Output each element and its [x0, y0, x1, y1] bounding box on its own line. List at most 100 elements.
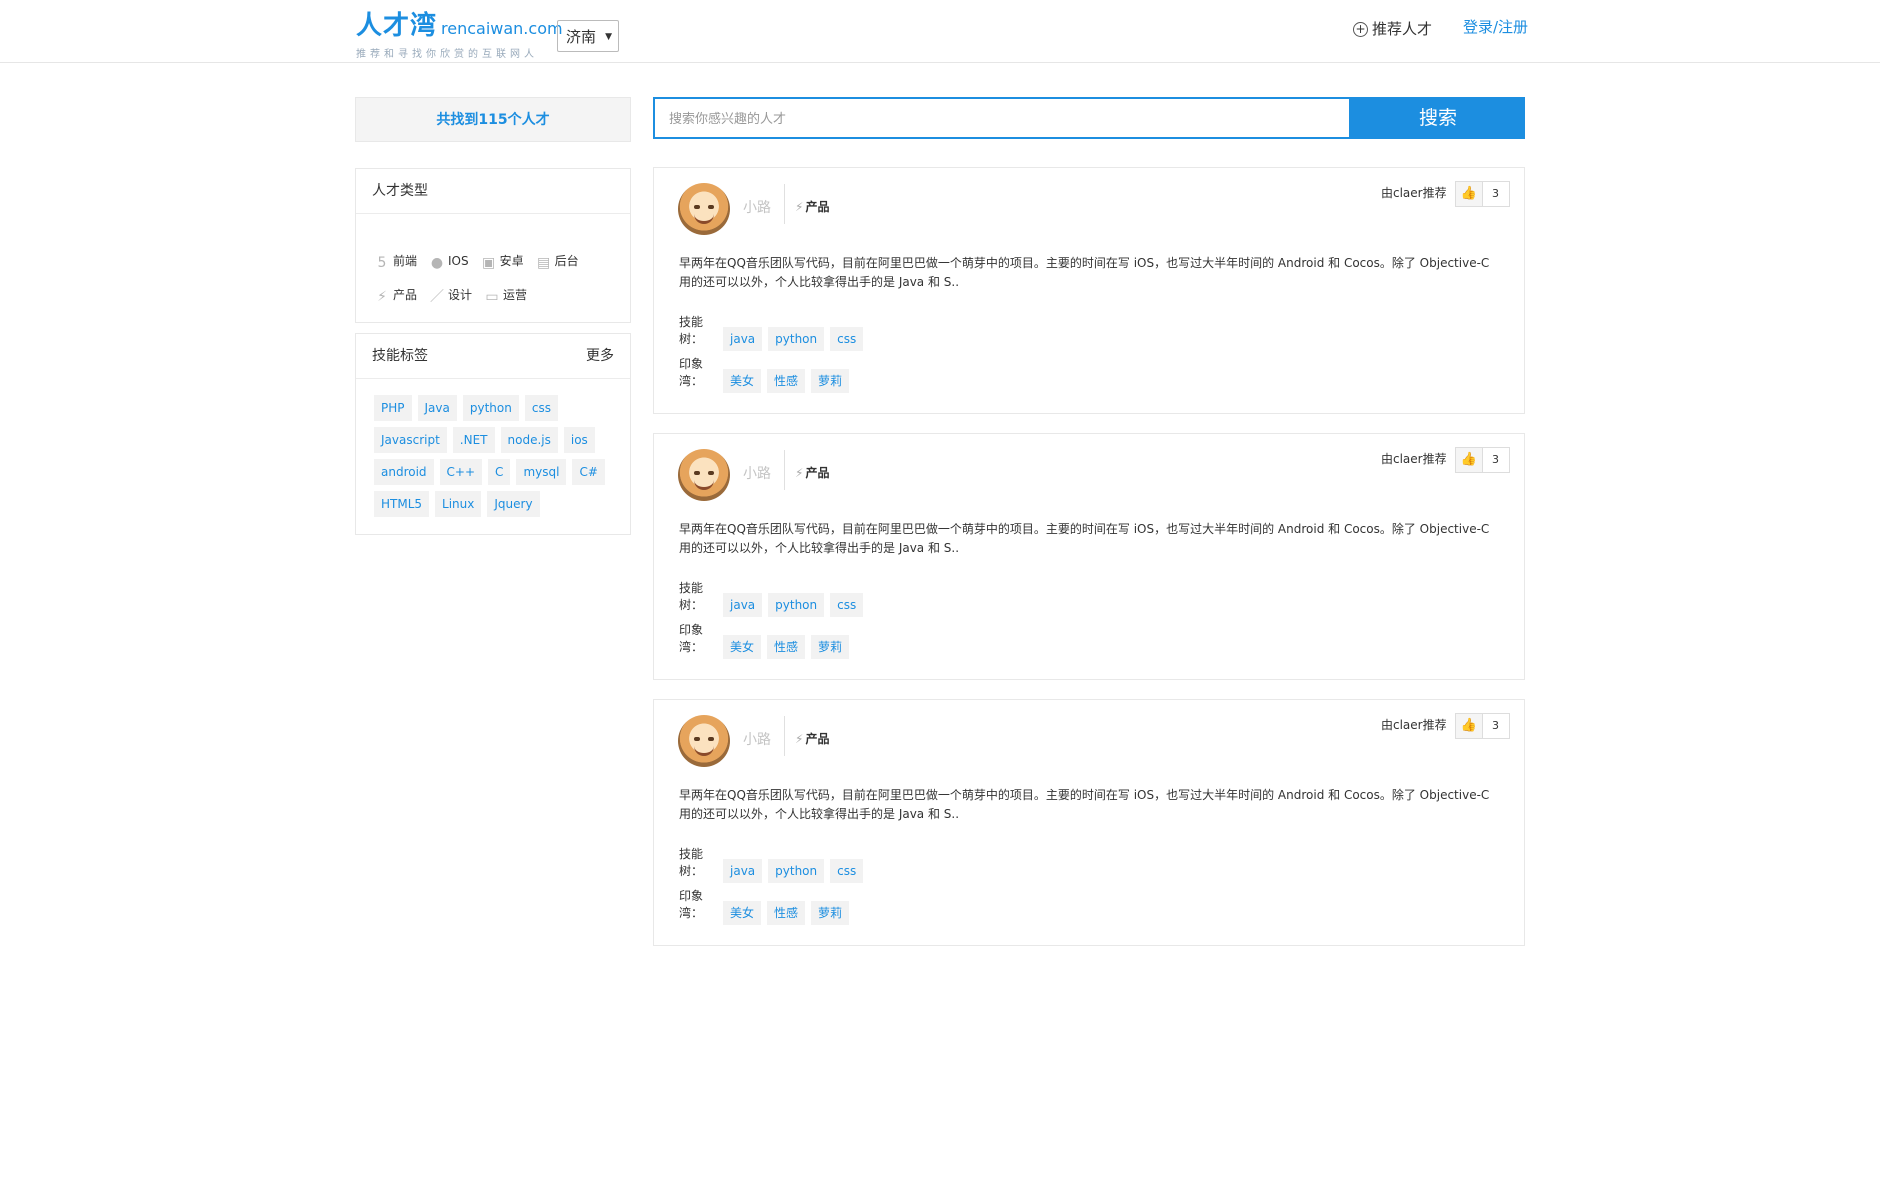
skill-tag[interactable]: HTML5	[374, 491, 430, 517]
impression-chip[interactable]: 美女	[723, 369, 762, 393]
skill-tag[interactable]: C++	[439, 459, 483, 485]
talent-category: ⚡ 产品	[795, 464, 829, 481]
skill-chip[interactable]: css	[830, 327, 864, 351]
skill-tag[interactable]: C	[488, 459, 511, 485]
skill-tag[interactable]: Jquery	[487, 491, 540, 517]
avatar-mouth	[694, 214, 714, 224]
type-item[interactable]: ▭ 运营	[484, 286, 527, 305]
type-item[interactable]: 5 前端	[374, 252, 417, 271]
skill-tag[interactable]: .NET	[452, 427, 495, 453]
type-item[interactable]: ▤ 后台	[536, 252, 579, 271]
html5-icon: 5	[377, 255, 387, 271]
site-logo[interactable]: 人才湾 rencaiwan.com 推荐和寻找你欣赏的互联网人	[356, 12, 563, 60]
skill-chip[interactable]: css	[830, 859, 864, 883]
skill-tag[interactable]: PHP	[374, 395, 412, 421]
like-button[interactable]: 👍 3	[1455, 181, 1510, 207]
talent-name[interactable]: 小路	[743, 463, 771, 483]
monitor-icon: ▭	[485, 289, 499, 305]
talent-name[interactable]: 小路	[743, 197, 771, 217]
thumbs-up-icon[interactable]: 👍	[1456, 182, 1483, 206]
bolt-icon: ⚡	[795, 200, 804, 214]
talent-name[interactable]: 小路	[743, 729, 771, 749]
skill-chip[interactable]: java	[723, 327, 763, 351]
skill-chip[interactable]: java	[723, 859, 763, 883]
impression-chip[interactable]: 美女	[723, 635, 762, 659]
server-icon: ▤	[537, 255, 551, 271]
skill-chip[interactable]: python	[768, 593, 825, 617]
avatar-eye	[694, 737, 700, 741]
bolt-icon: ⚡	[377, 289, 387, 305]
skill-tag[interactable]: Linux	[435, 491, 482, 517]
skill-tag[interactable]: android	[374, 459, 434, 485]
like-button[interactable]: 👍 3	[1455, 447, 1510, 473]
impression-chip[interactable]: 美女	[723, 901, 762, 925]
recommended-by: 由claer推荐	[1381, 186, 1447, 200]
skill-chip[interactable]: java	[723, 593, 763, 617]
skill-tag[interactable]: python	[462, 395, 519, 421]
skill-chip[interactable]: python	[768, 327, 825, 351]
skill-chip[interactable]: css	[830, 593, 864, 617]
talent-category: ⚡ 产品	[795, 730, 829, 747]
skill-tag[interactable]: Java	[417, 395, 457, 421]
avatar[interactable]	[678, 715, 730, 767]
impression-chip[interactable]: 性感	[767, 901, 806, 925]
impression-chip[interactable]: 性感	[767, 635, 806, 659]
type-item[interactable]: ● IOS	[429, 254, 469, 271]
skill-tag[interactable]: node.js	[500, 427, 558, 453]
recommend-talent-link[interactable]: + 推荐人才	[1353, 18, 1432, 39]
skill-tag-list: PHP Java python css Javascript .NET node.js ios…	[356, 379, 630, 523]
more-skills-link[interactable]: 更多	[586, 334, 614, 378]
skill-tree-row: 技能树： java python css	[679, 313, 869, 351]
type-label: 安卓	[499, 254, 524, 268]
logo-domain: rencaiwan.com	[441, 19, 563, 38]
recommend-label: 推荐人才	[1372, 20, 1433, 38]
skill-tags-panel: 技能标签 更多 PHP Java python css Javascript .NET no…	[355, 333, 631, 535]
type-label: IOS	[448, 254, 469, 268]
bolt-icon: ⚡	[795, 732, 804, 746]
type-label: 设计	[448, 288, 473, 302]
impression-row: 印象湾： 美女 性感 萝莉	[679, 621, 855, 659]
impression-chip[interactable]: 性感	[767, 369, 806, 393]
like-button[interactable]: 👍 3	[1455, 713, 1510, 739]
thumbs-up-icon[interactable]: 👍	[1456, 714, 1483, 738]
avatar-eye	[708, 471, 714, 475]
type-item[interactable]: ⚡ 产品	[374, 286, 417, 305]
talent-description: 早两年在QQ音乐团队写代码，目前在阿里巴巴做一个萌芽中的项目。主要的时间在写 i…	[679, 522, 1490, 555]
skill-tag[interactable]: mysql	[516, 459, 567, 485]
talent-card[interactable]: 小路 ⚡ 产品 由claer推荐 👍 3 早两年在QQ音乐团队写代码，目前在阿里巴巴做一个萌…	[653, 699, 1525, 946]
avatar[interactable]	[678, 449, 730, 501]
avatar[interactable]	[678, 183, 730, 235]
skill-chip[interactable]: python	[768, 859, 825, 883]
thumbs-up-icon[interactable]: 👍	[1456, 448, 1483, 472]
type-item[interactable]: ／设计	[429, 286, 472, 305]
skill-tag[interactable]: Javascript	[374, 427, 447, 453]
skill-tag[interactable]: C#	[572, 459, 605, 485]
talent-category: ⚡ 产品	[795, 198, 829, 215]
impression-chip[interactable]: 萝莉	[811, 901, 850, 925]
divider	[784, 716, 785, 756]
search-input[interactable]	[667, 99, 1331, 139]
talent-card[interactable]: 小路 ⚡ 产品 由claer推荐 👍 3 早两年在QQ音乐团队写代码，目前在阿里巴巴做一个萌…	[653, 167, 1525, 414]
skill-tree-row: 技能树： java python css	[679, 579, 869, 617]
like-count: 3	[1492, 453, 1499, 466]
logo-text: 人才湾	[356, 11, 438, 41]
impression-label: 印象湾：	[679, 623, 704, 654]
result-count: 共找到115个人才	[355, 97, 631, 142]
recommended-by: 由claer推荐	[1381, 718, 1447, 732]
type-item[interactable]: ▣ 安卓	[481, 252, 524, 271]
type-label: 产品	[393, 288, 418, 302]
type-row: ⚡ 产品 ／设计 ▭ 运营	[374, 284, 630, 318]
search-button[interactable]: 搜索	[1351, 97, 1525, 139]
dropdown-caret-icon: ▼	[605, 32, 612, 42]
city-select[interactable]: 济南 ▼	[557, 20, 619, 52]
skill-tag[interactable]: ios	[563, 427, 595, 453]
impression-chip[interactable]: 萝莉	[811, 369, 850, 393]
skill-tag[interactable]: css	[524, 395, 558, 421]
like-count: 3	[1492, 719, 1499, 732]
impression-label: 印象湾：	[679, 357, 704, 388]
category-label: 产品	[805, 200, 830, 214]
login-register-link[interactable]: 登录/注册	[1463, 16, 1528, 37]
divider	[784, 450, 785, 490]
impression-chip[interactable]: 萝莉	[811, 635, 850, 659]
talent-card[interactable]: 小路 ⚡ 产品 由claer推荐 👍 3 早两年在QQ音乐团队写代码，目前在阿里巴巴做一个萌…	[653, 433, 1525, 680]
